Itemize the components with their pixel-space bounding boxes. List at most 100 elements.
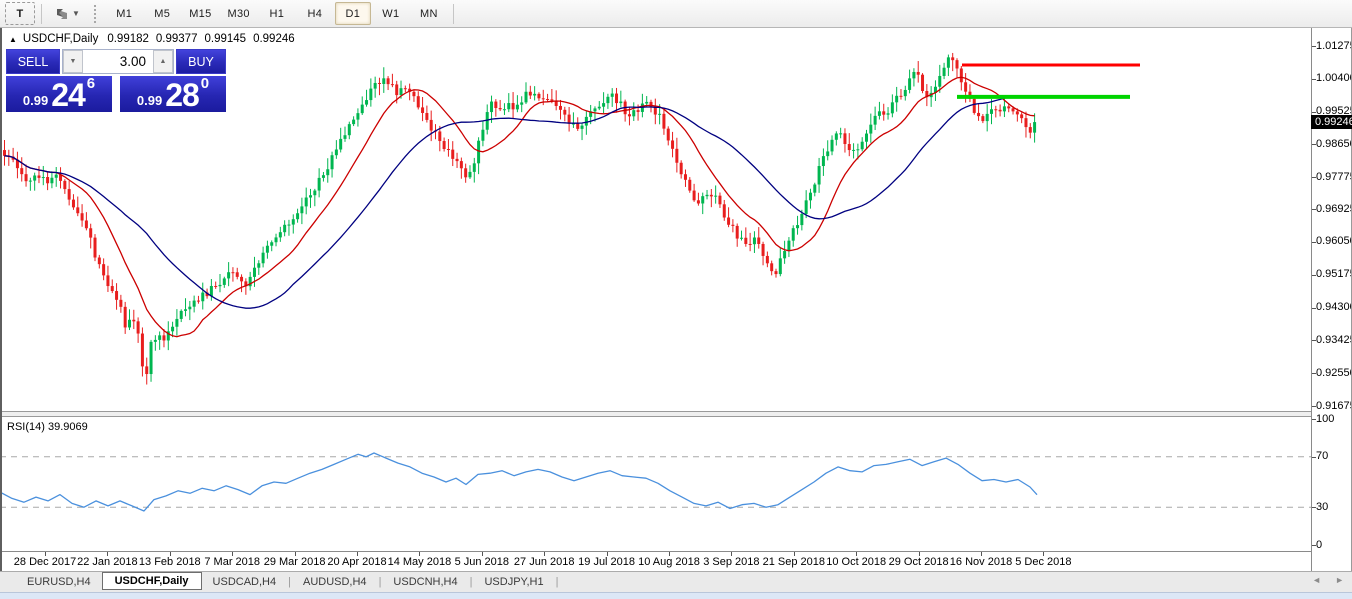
tab-usdcad-h4[interactable]: USDCAD,H4	[202, 574, 288, 590]
candle-body	[72, 200, 75, 208]
timeframe-button-m15[interactable]: M15	[182, 2, 218, 25]
price-axis-label: 0.93425	[1316, 334, 1352, 347]
candle-body	[856, 149, 859, 150]
ohlc-close: 0.99246	[253, 33, 295, 45]
sell-price-box[interactable]: 0.99 24 6	[6, 76, 112, 112]
candle-body	[762, 244, 765, 256]
candle-body	[680, 163, 683, 174]
candle-body	[999, 110, 1002, 112]
candle-body	[391, 84, 394, 85]
arrows-tool-button[interactable]: ▼	[48, 2, 87, 25]
date-axis-tick	[607, 552, 608, 556]
date-axis-tick	[107, 552, 108, 556]
date-axis-label: 21 Sep 2018	[763, 556, 825, 568]
candle-body	[529, 92, 532, 96]
price-axis-label: 0.94300	[1316, 301, 1352, 314]
candle-body	[404, 88, 407, 89]
price-axis-tick	[1312, 242, 1316, 243]
candle-body	[684, 174, 687, 180]
volume-increase-button[interactable]: ▲	[153, 50, 173, 73]
toolbar-grip[interactable]	[94, 5, 99, 23]
candle-body	[688, 180, 691, 191]
candle-body	[477, 141, 480, 164]
candle-body	[537, 94, 540, 98]
candle-body	[115, 291, 118, 300]
candle-body	[137, 321, 140, 333]
tab-scroll-right-icon[interactable]: ►	[1335, 575, 1344, 585]
price-axis-label: 0.98650	[1316, 138, 1352, 151]
tab-eurusd-h4[interactable]: EURUSD,H4	[16, 574, 102, 590]
ohlc-high: 0.99377	[156, 33, 198, 45]
candle-body	[654, 107, 657, 115]
candle-body	[1012, 108, 1015, 111]
candle-body	[550, 99, 553, 100]
candle-body	[986, 114, 989, 121]
candle-body	[675, 149, 678, 163]
volume-input[interactable]	[83, 50, 153, 73]
date-axis-tick	[731, 552, 732, 556]
candle-body	[809, 193, 812, 201]
candle-body	[706, 195, 709, 196]
candle-body	[227, 272, 230, 278]
buy-price-box[interactable]: 0.99 28 0	[120, 76, 226, 112]
date-axis-tick	[856, 552, 857, 556]
candle-body	[197, 301, 200, 302]
tab-usdchf-daily[interactable]: USDCHF,Daily	[102, 572, 202, 590]
timeframe-button-h1[interactable]: H1	[259, 2, 295, 25]
candle-body	[33, 175, 36, 180]
candle-body	[318, 178, 321, 191]
candle-body	[188, 307, 191, 310]
candle-body	[546, 99, 549, 100]
candle-body	[473, 163, 476, 172]
candle-body	[223, 278, 226, 284]
date-axis-tick	[357, 552, 358, 556]
candle-body	[313, 191, 316, 196]
candle-body	[150, 342, 153, 374]
candle-body	[451, 150, 454, 159]
price-axis-label: 0.97775	[1316, 171, 1352, 184]
text-tool-button[interactable]: T	[5, 2, 35, 25]
current-price-tag: 0.99246	[1311, 115, 1352, 129]
candle-body	[25, 174, 28, 181]
candle-body	[171, 327, 174, 332]
rsi-axis-label: 100	[1316, 413, 1352, 426]
candle-body	[361, 105, 364, 114]
timeframe-button-m5[interactable]: M5	[144, 2, 180, 25]
date-axis-tick	[482, 552, 483, 556]
candle-body	[718, 196, 721, 205]
candle-body	[938, 76, 941, 87]
price-axis[interactable]: 1.012751.004000.995250.986500.977750.969…	[1311, 28, 1352, 571]
time-axis[interactable]: 28 Dec 201722 Jan 201813 Feb 20187 Mar 2…	[0, 551, 1311, 571]
collapse-marker-icon[interactable]: ▲	[9, 35, 17, 44]
timeframe-button-m30[interactable]: M30	[221, 2, 257, 25]
rsi-chart-canvas[interactable]	[0, 417, 1311, 551]
date-axis-label: 13 Feb 2018	[139, 556, 201, 568]
candle-body	[421, 107, 424, 113]
date-axis-label: 7 Mar 2018	[204, 556, 260, 568]
timeframe-button-m1[interactable]: M1	[106, 2, 142, 25]
volume-spinner: ▼ ▲	[62, 49, 174, 74]
candle-body	[921, 75, 924, 91]
tab-audusd-h4[interactable]: AUDUSD,H4	[292, 574, 378, 590]
timeframe-button-d1[interactable]: D1	[335, 2, 371, 25]
candle-body	[602, 103, 605, 107]
timeframe-button-mn[interactable]: MN	[411, 2, 447, 25]
date-axis-label: 19 Jul 2018	[578, 556, 635, 568]
candle-body	[292, 219, 295, 224]
candle-body	[671, 140, 674, 148]
dropdown-caret-icon[interactable]: ▼	[72, 9, 80, 18]
sell-button[interactable]: SELL	[6, 49, 60, 74]
timeframe-button-w1[interactable]: W1	[373, 2, 409, 25]
candle-body	[878, 111, 881, 116]
volume-decrease-button[interactable]: ▼	[63, 50, 83, 73]
candle-body	[162, 335, 165, 340]
ohlc-low: 0.99145	[204, 33, 246, 45]
timeframe-button-h4[interactable]: H4	[297, 2, 333, 25]
tab-usdcnh-h4[interactable]: USDCNH,H4	[382, 574, 468, 590]
tab-usdjpy-h1[interactable]: USDJPY,H1	[473, 574, 554, 590]
tab-scroll-left-icon[interactable]: ◄	[1312, 575, 1321, 585]
candle-body	[822, 156, 825, 166]
candle-body	[382, 78, 385, 84]
buy-button[interactable]: BUY	[176, 49, 226, 74]
candle-body	[46, 177, 49, 183]
